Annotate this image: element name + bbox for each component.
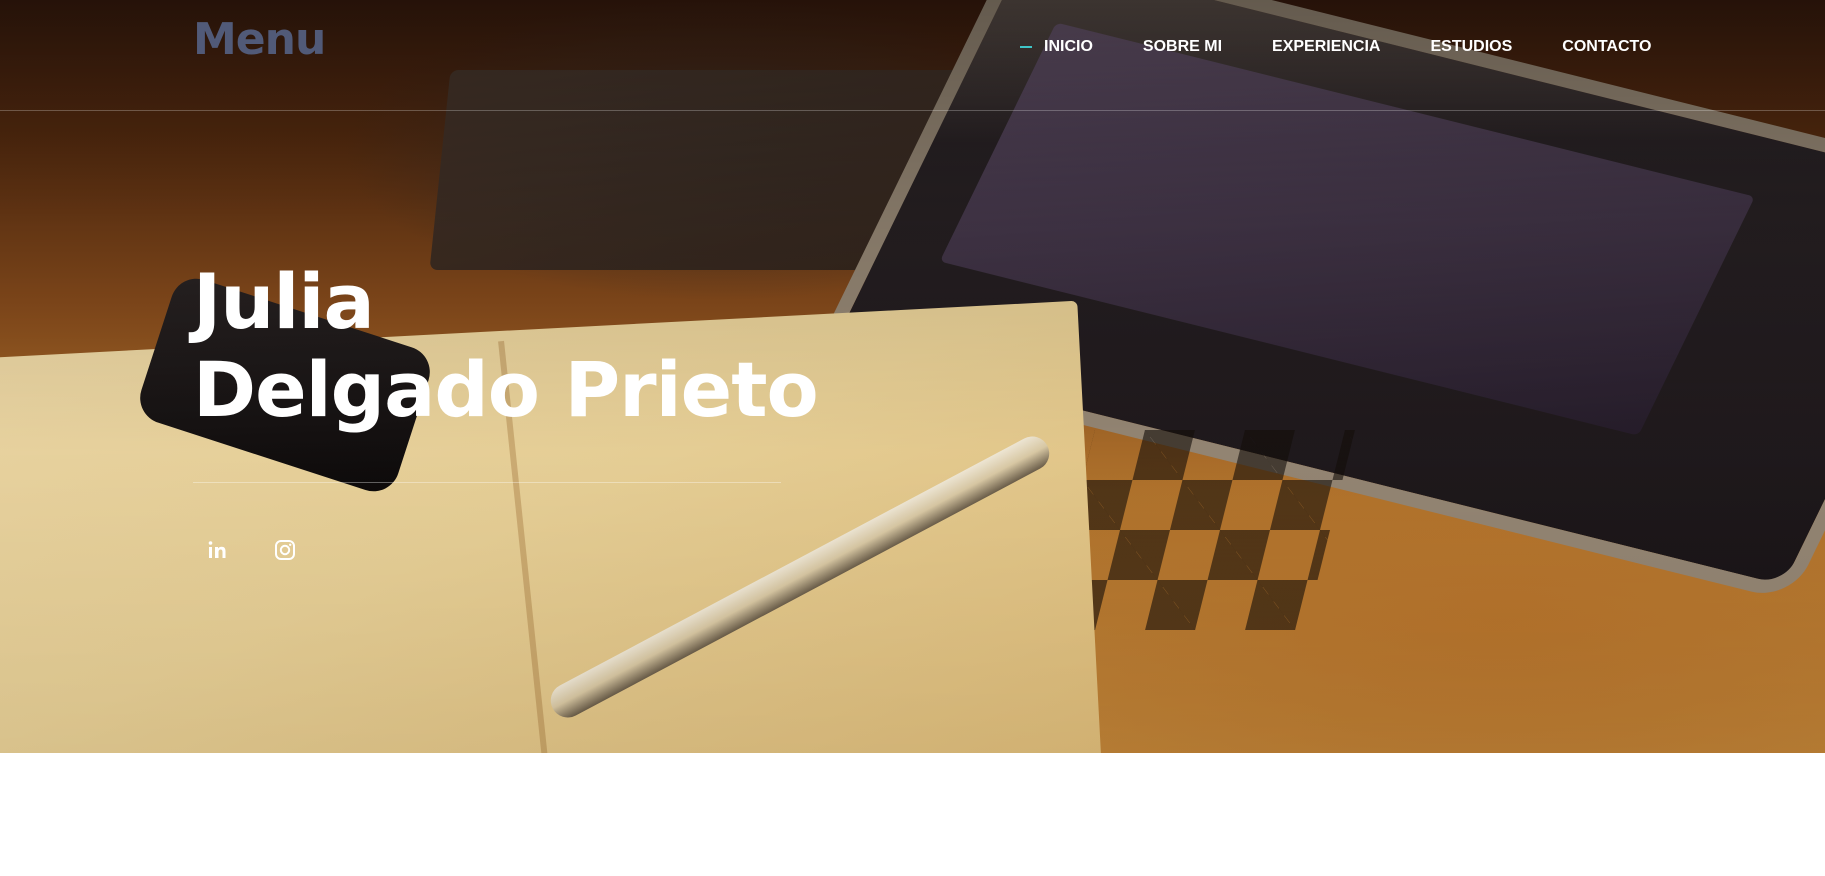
nav-item-label: SOBRE MI (1142, 38, 1223, 55)
hero-name-last: Delgado Prieto (193, 345, 819, 434)
brand-menu[interactable]: Menu (193, 14, 326, 65)
nav-item-label: EXPERIENCIA (1272, 38, 1381, 55)
nav-item-contacto[interactable]: CONTACTO (1562, 38, 1651, 56)
main-nav: INICIO SOBRE MI EXPERIENCIA ESTUDIOS CON… (1020, 38, 1651, 56)
nav-item-label: ESTUDIOS (1430, 38, 1513, 55)
hero-name-first: Julia (193, 257, 375, 346)
content-area (0, 753, 1825, 876)
site-header: Menu INICIO SOBRE MI EXPERIENCIA ESTUDIO… (0, 0, 1825, 110)
hero-divider (193, 482, 781, 483)
nav-item-inicio[interactable]: INICIO (1020, 38, 1093, 56)
social-links (204, 538, 338, 566)
instagram-icon (273, 538, 297, 567)
nav-item-label: INICIO (1044, 38, 1093, 55)
header-divider (0, 110, 1825, 111)
hero-name: Julia Delgado Prieto (193, 257, 819, 434)
nav-item-sobre-mi[interactable]: SOBRE MI (1143, 38, 1222, 56)
hero-section: Menu INICIO SOBRE MI EXPERIENCIA ESTUDIO… (0, 0, 1825, 753)
instagram-link[interactable] (271, 538, 299, 566)
linkedin-icon (206, 538, 230, 567)
nav-item-experiencia[interactable]: EXPERIENCIA (1272, 38, 1380, 56)
nav-item-label: CONTACTO (1562, 38, 1652, 55)
nav-item-estudios[interactable]: ESTUDIOS (1430, 38, 1512, 56)
active-indicator (1020, 46, 1032, 48)
linkedin-link[interactable] (204, 538, 232, 566)
